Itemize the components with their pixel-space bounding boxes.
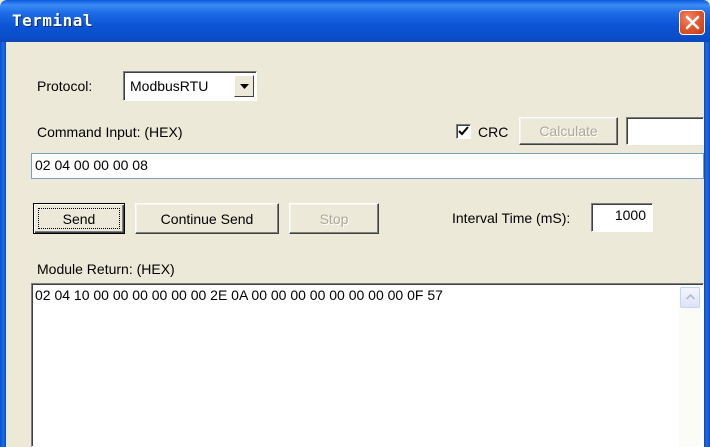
protocol-selected-value: ModbusRTU xyxy=(130,78,209,94)
send-button-label: Send xyxy=(62,210,96,227)
module-return-value: 02 04 10 00 00 00 00 00 00 2E 0A 00 00 0… xyxy=(35,287,443,303)
close-button[interactable] xyxy=(679,10,705,35)
crc-label: CRC xyxy=(478,124,509,140)
module-return-label: Module Return: (HEX) xyxy=(37,261,175,277)
module-return-textarea[interactable]: 02 04 10 00 00 00 00 00 00 2E 0A 00 00 0… xyxy=(31,283,704,447)
protocol-select[interactable]: ModbusRTU xyxy=(123,71,257,101)
window-border-right xyxy=(704,42,710,447)
window-border-left xyxy=(0,42,6,447)
stop-button-label: Stop xyxy=(319,210,349,227)
send-button[interactable]: Send xyxy=(33,203,125,234)
interval-time-value: 1000 xyxy=(614,207,646,223)
window-title: Terminal xyxy=(12,11,94,30)
stop-button[interactable]: Stop xyxy=(289,203,379,234)
command-input-label: Command Input: (HEX) xyxy=(37,124,183,140)
command-input-value: 02 04 00 00 00 08 xyxy=(35,157,148,173)
calculate-button[interactable]: Calculate xyxy=(519,117,618,145)
interval-time-label: Interval Time (mS): xyxy=(452,210,571,226)
scroll-up-arrow-icon xyxy=(686,294,695,300)
interval-time-input[interactable]: 1000 xyxy=(591,203,653,232)
command-input-field[interactable]: 02 04 00 00 00 08 xyxy=(31,153,704,179)
calculate-button-label: Calculate xyxy=(539,123,598,139)
close-icon xyxy=(685,15,700,30)
checkmark-icon xyxy=(458,126,469,136)
title-bar[interactable]: Terminal xyxy=(0,0,710,42)
crc-result-field[interactable] xyxy=(626,117,704,145)
protocol-dropdown-button[interactable] xyxy=(234,75,254,97)
crc-checkbox[interactable] xyxy=(456,124,471,139)
vertical-scrollbar[interactable] xyxy=(679,286,701,446)
continue-send-button-label: Continue Send xyxy=(160,210,254,227)
protocol-label: Protocol: xyxy=(37,78,93,94)
chevron-down-icon xyxy=(240,84,249,89)
continue-send-button[interactable]: Continue Send xyxy=(135,203,279,234)
scroll-up-button[interactable] xyxy=(680,287,700,308)
terminal-window: Terminal Protocol: ModbusRTU Command Inp… xyxy=(0,0,710,447)
